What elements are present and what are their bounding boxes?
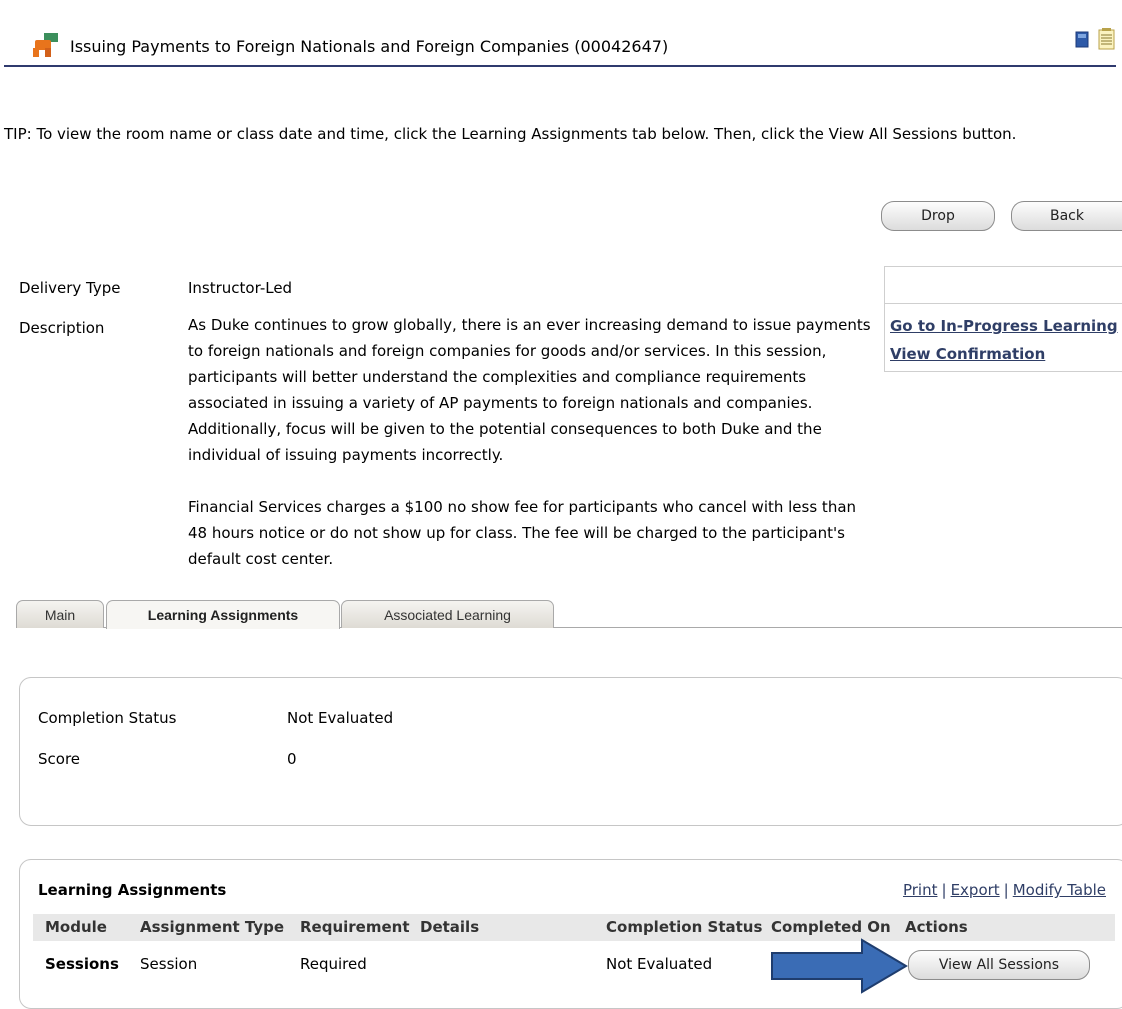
separator: | (941, 881, 947, 899)
completion-status-value: Not Evaluated (287, 709, 394, 727)
column-header-actions: Actions (905, 918, 968, 936)
column-header-assignment-type[interactable]: Assignment Type (140, 918, 284, 936)
cell-assignment-type: Session (140, 955, 198, 973)
modify-table-link[interactable]: Modify Table (1013, 881, 1106, 899)
drop-button[interactable]: Drop (881, 201, 995, 231)
title-divider (4, 65, 1116, 67)
description-text: As Duke continues to grow globally, ther… (188, 312, 878, 572)
cell-requirement: Required (300, 955, 367, 973)
view-all-sessions-button[interactable]: View All Sessions (908, 950, 1090, 980)
fee-policy-paragraph: Financial Services charges a $100 no sho… (188, 498, 857, 568)
score-value: 0 (287, 750, 297, 768)
learning-assignments-title: Learning Assignments (38, 881, 227, 899)
back-button[interactable]: Back (1011, 201, 1122, 231)
column-header-completion-status[interactable]: Completion Status (606, 918, 762, 936)
learning-item-icon (33, 33, 58, 57)
export-link[interactable]: Export (951, 881, 1000, 899)
column-header-requirement[interactable]: Requirement (300, 918, 410, 936)
column-header-details[interactable]: Details (420, 918, 479, 936)
cell-completion-status: Not Evaluated (606, 955, 713, 973)
quick-links-divider (884, 303, 1122, 304)
book-icon[interactable] (1075, 31, 1089, 48)
tab-associated-learning[interactable]: Associated Learning (341, 600, 554, 628)
in-progress-learning-link[interactable]: Go to In-Progress Learning (890, 317, 1118, 335)
completion-status-label: Completion Status (38, 709, 177, 727)
delivery-type-label: Delivery Type (19, 279, 121, 297)
separator: | (1003, 881, 1009, 899)
tip-text: TIP: To view the room name or class date… (4, 125, 1017, 143)
table-actions: Print | Export | Modify Table (903, 881, 1106, 899)
print-link[interactable]: Print (903, 881, 938, 899)
delivery-type-value: Instructor-Led (188, 279, 293, 297)
tab-learning-assignments[interactable]: Learning Assignments (106, 600, 340, 629)
tab-main[interactable]: Main (16, 600, 104, 628)
description-paragraph: As Duke continues to grow globally, ther… (188, 316, 871, 464)
cell-module: Sessions (45, 955, 119, 973)
view-confirmation-link[interactable]: View Confirmation (890, 345, 1045, 363)
page-title: Issuing Payments to Foreign Nationals an… (70, 37, 669, 56)
column-header-module[interactable]: Module (45, 918, 107, 936)
notes-icon[interactable] (1098, 28, 1115, 50)
description-label: Description (19, 319, 105, 337)
score-label: Score (38, 750, 81, 768)
column-header-completed-on[interactable]: Completed On (771, 918, 891, 936)
pointer-arrow-icon (771, 938, 908, 994)
completion-panel (19, 677, 1122, 826)
